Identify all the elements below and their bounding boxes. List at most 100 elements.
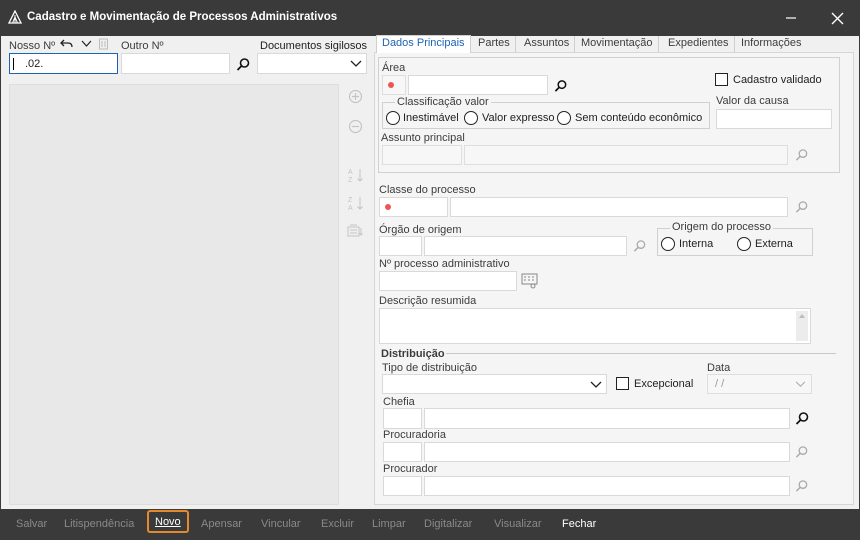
tab-label: Dados Principais [382, 37, 465, 49]
orgao-origem-input[interactable] [424, 236, 627, 256]
assunto-principal-label: Assunto principal [381, 132, 465, 144]
classificacao-valor-label: Classificação valor [395, 96, 491, 108]
litispendencia-button[interactable]: Litispendência [59, 515, 139, 535]
tab-assuntos[interactable]: Assuntos [519, 36, 576, 53]
assunto-code-input[interactable] [382, 145, 462, 165]
tab-expedientes[interactable]: Expedientes [663, 36, 735, 53]
process-list-panel[interactable] [9, 84, 339, 505]
nosso-numero-input[interactable]: .02. [9, 53, 118, 74]
externa-radio[interactable] [737, 237, 751, 251]
procuradoria-label: Procuradoria [383, 429, 446, 441]
interna-label: Interna [679, 238, 714, 250]
close-button[interactable] [814, 0, 860, 36]
interna-radio[interactable] [661, 237, 675, 251]
data-placeholder: / / [715, 378, 725, 390]
area-label: Área [382, 62, 406, 74]
text-cursor [13, 58, 14, 70]
required-indicator [385, 204, 391, 210]
close-icon [831, 12, 843, 25]
filter-list-icon[interactable] [347, 222, 365, 238]
keypad-icon[interactable] [521, 273, 538, 289]
novo-label: Novo [155, 516, 181, 528]
num-processo-input[interactable] [379, 271, 517, 291]
tab-partes[interactable]: Partes [473, 36, 516, 53]
tab-dados-principais[interactable]: Dados Principais [376, 35, 471, 53]
inestimavel-radio[interactable] [386, 111, 400, 125]
search-icon[interactable] [633, 239, 647, 253]
cadastro-validado-checkbox[interactable] [715, 73, 728, 86]
search-icon[interactable] [795, 479, 809, 493]
area-input[interactable] [408, 75, 548, 95]
data-input[interactable]: / / [707, 374, 812, 394]
tipo-distribuicao-select[interactable] [382, 374, 607, 394]
procuradoria-input[interactable] [424, 442, 790, 462]
cadastro-validado-label: Cadastro validado [733, 74, 822, 86]
assunto-principal-input[interactable] [464, 145, 788, 165]
procurador-label: Procurador [383, 463, 438, 475]
valor-causa-input[interactable] [716, 109, 832, 129]
area-code-input[interactable] [382, 75, 406, 95]
chefia-input[interactable] [424, 408, 790, 429]
distribuicao-divider [446, 353, 836, 354]
svg-text:A: A [348, 169, 353, 176]
minimize-button[interactable] [768, 0, 814, 36]
svg-text:Z: Z [348, 177, 353, 184]
minimize-icon [786, 17, 796, 19]
visualizar-button[interactable]: Visualizar [489, 515, 547, 535]
search-icon[interactable] [795, 148, 809, 162]
sort-ascending-icon[interactable]: A Z [347, 166, 365, 184]
tab-label: Expedientes [668, 37, 729, 49]
limpar-button[interactable]: Limpar [367, 515, 411, 535]
required-indicator [388, 82, 394, 88]
valor-causa-label: Valor da causa [716, 95, 789, 107]
search-icon[interactable] [795, 411, 810, 426]
chevron-down-icon [590, 381, 602, 388]
distribuicao-heading: Distribuição [381, 348, 445, 360]
sem-conteudo-radio[interactable] [557, 111, 571, 125]
procurador-input[interactable] [424, 476, 790, 496]
valor-expresso-radio[interactable] [464, 111, 478, 125]
procuradoria-code-input[interactable] [383, 442, 422, 462]
tab-informacoes[interactable]: Informações [736, 36, 807, 53]
salvar-button[interactable]: Salvar [11, 515, 52, 535]
excepcional-checkbox[interactable] [616, 377, 629, 390]
svg-text:A: A [348, 205, 353, 212]
classe-processo-label: Classe do processo [379, 184, 476, 196]
search-icon[interactable] [554, 79, 568, 93]
data-label: Data [707, 362, 731, 374]
fechar-button[interactable]: Fechar [557, 515, 601, 535]
externa-label: Externa [755, 238, 793, 250]
novo-button[interactable]: Novo [147, 510, 189, 533]
descricao-label: Descrição resumida [379, 295, 477, 307]
descricao-textarea[interactable] [379, 308, 811, 344]
vincular-button[interactable]: Vincular [256, 515, 306, 535]
svg-text:Z: Z [348, 197, 353, 204]
digitalizar-button[interactable]: Digitalizar [419, 515, 477, 535]
chevron-down-icon [795, 381, 806, 387]
remove-circle-icon[interactable] [348, 119, 363, 134]
tab-movimentacao[interactable]: Movimentação [576, 36, 659, 53]
add-circle-icon[interactable] [348, 89, 363, 104]
textarea-scrollbar[interactable] [796, 311, 808, 341]
orgao-origem-label: Órgão de origem [379, 224, 462, 236]
apensar-button[interactable]: Apensar [196, 515, 247, 535]
nosso-numero-label: Nosso Nº [9, 40, 56, 52]
tab-label: Movimentação [581, 37, 653, 49]
excluir-button[interactable]: Excluir [316, 515, 359, 535]
undo-icon[interactable] [60, 38, 74, 50]
classe-processo-input[interactable] [450, 197, 788, 217]
search-icon[interactable] [236, 57, 251, 72]
outro-numero-input[interactable] [121, 53, 230, 74]
chevron-down-icon [350, 60, 362, 67]
chevron-down-icon[interactable] [81, 39, 92, 48]
procurador-code-input[interactable] [383, 476, 422, 496]
orgao-code-input[interactable] [379, 236, 422, 256]
documentos-sigilosos-select[interactable] [257, 53, 367, 74]
nosso-numero-value: .02. [25, 58, 44, 70]
search-icon[interactable] [795, 200, 809, 214]
tab-label: Assuntos [524, 37, 570, 49]
chefia-code-input[interactable] [383, 408, 422, 429]
search-icon[interactable] [795, 445, 809, 459]
tab-label: Informações [741, 37, 802, 49]
sort-descending-icon[interactable]: Z A [347, 194, 365, 212]
